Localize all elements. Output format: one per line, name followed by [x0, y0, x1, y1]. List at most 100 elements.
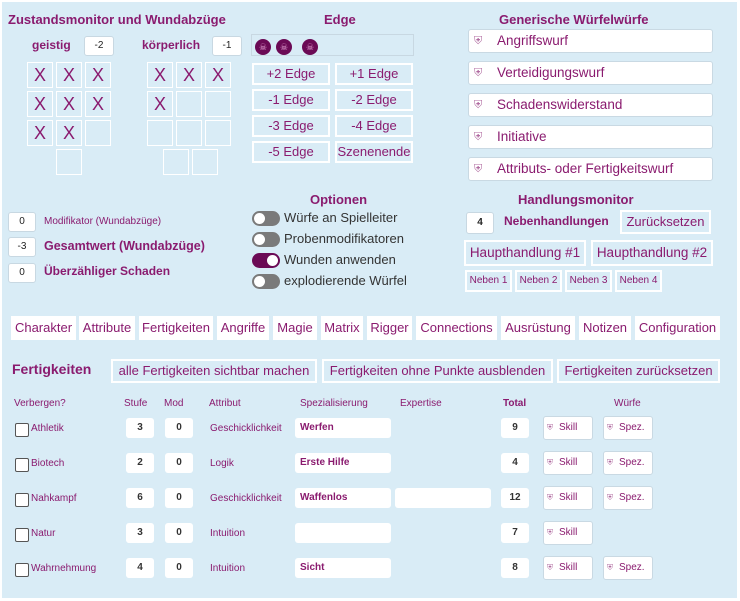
- minor-action-button[interactable]: Neben 4: [615, 270, 662, 292]
- minor-action-button[interactable]: Neben 1: [465, 270, 512, 292]
- condition-box[interactable]: [205, 91, 231, 117]
- option-toggle[interactable]: [252, 232, 280, 247]
- toggle-knob: [254, 213, 265, 224]
- roll-angriffswurf-button[interactable]: ⛨ Angriffswurf: [468, 29, 713, 53]
- skill-rank[interactable]: 3: [126, 523, 154, 543]
- condition-box[interactable]: X: [56, 62, 82, 88]
- roll-initiative-button[interactable]: ⛨ Initiative: [468, 125, 713, 149]
- roll-attributs-oder-fertigkeitswurf-button[interactable]: ⛨ Attributs- oder Fertigkeitswurf: [468, 157, 713, 181]
- condition-box[interactable]: X: [27, 62, 53, 88]
- skull-icon[interactable]: ☠: [302, 39, 318, 55]
- reset-skills-button[interactable]: Fertigkeiten zurücksetzen: [557, 359, 720, 383]
- tab-rigger[interactable]: Rigger: [367, 316, 412, 340]
- condition-box[interactable]: X: [205, 62, 231, 88]
- header-mod: Mod: [164, 398, 184, 409]
- condition-box[interactable]: [56, 149, 82, 175]
- option-toggle[interactable]: [252, 211, 280, 226]
- skill-attribute: Geschicklichkeit: [210, 493, 282, 504]
- edge-button[interactable]: -2 Edge: [335, 89, 413, 111]
- skill-rank[interactable]: 2: [126, 453, 154, 473]
- tab-ausrüstung[interactable]: Ausrüstung: [501, 316, 575, 340]
- skill-mod[interactable]: 0: [165, 488, 193, 508]
- roll-specialization-button[interactable]: ⛨ Spez.: [603, 451, 653, 475]
- edge-button[interactable]: +1 Edge: [335, 63, 413, 85]
- expertise-field[interactable]: [395, 488, 491, 508]
- skull-icon[interactable]: ☠: [255, 39, 271, 55]
- specialization-field[interactable]: Waffenlos: [295, 488, 391, 508]
- roll-skill-button[interactable]: ⛨ Skill: [543, 521, 593, 545]
- condition-box[interactable]: X: [27, 120, 53, 146]
- roll-button-label: Initiative: [497, 129, 547, 144]
- roll-specialization-button[interactable]: ⛨ Spez.: [603, 556, 653, 580]
- hide-skill-checkbox[interactable]: [15, 563, 29, 577]
- edge-button[interactable]: Szenenende: [335, 141, 413, 163]
- specialization-field[interactable]: Erste Hilfe: [295, 453, 391, 473]
- option-toggle[interactable]: [252, 274, 280, 289]
- roll-skill-button[interactable]: ⛨ Skill: [543, 556, 593, 580]
- skill-rank[interactable]: 6: [126, 488, 154, 508]
- condition-box[interactable]: [163, 149, 189, 175]
- condition-box[interactable]: X: [147, 91, 173, 117]
- condition-box[interactable]: X: [85, 91, 111, 117]
- condition-box[interactable]: [205, 120, 231, 146]
- skill-rank[interactable]: 4: [126, 558, 154, 578]
- tab-notizen[interactable]: Notizen: [579, 316, 631, 340]
- edge-button[interactable]: -3 Edge: [252, 115, 330, 137]
- tab-connections[interactable]: Connections: [416, 316, 497, 340]
- option-toggle[interactable]: [252, 253, 280, 268]
- tab-matrix[interactable]: Matrix: [321, 316, 363, 340]
- roll-skill-button[interactable]: ⛨ Skill: [543, 486, 593, 510]
- roll-specialization-button[interactable]: ⛨ Spez.: [603, 486, 653, 510]
- major-action-2-button[interactable]: Haupthandlung #2: [591, 240, 713, 266]
- major-action-1-button[interactable]: Haupthandlung #1: [464, 240, 586, 266]
- hide-zero-skills-button[interactable]: Fertigkeiten ohne Punkte ausblenden: [322, 359, 553, 383]
- condition-box[interactable]: X: [56, 120, 82, 146]
- minor-action-button[interactable]: Neben 2: [515, 270, 562, 292]
- reset-actions-button[interactable]: Zurücksetzen: [620, 210, 711, 234]
- condition-box[interactable]: X: [27, 91, 53, 117]
- hide-skill-checkbox[interactable]: [15, 423, 29, 437]
- skill-mod[interactable]: 0: [165, 418, 193, 438]
- roll-verteidigungswurf-button[interactable]: ⛨ Verteidigungswurf: [468, 61, 713, 85]
- tab-angriffe[interactable]: Angriffe: [217, 316, 269, 340]
- condition-box[interactable]: [85, 120, 111, 146]
- tab-fertigkeiten[interactable]: Fertigkeiten: [139, 316, 213, 340]
- condition-box[interactable]: X: [176, 62, 202, 88]
- skill-mod[interactable]: 0: [165, 523, 193, 543]
- edge-button[interactable]: -1 Edge: [252, 89, 330, 111]
- edge-button[interactable]: +2 Edge: [252, 63, 330, 85]
- condition-box[interactable]: [147, 120, 173, 146]
- condition-box[interactable]: [176, 120, 202, 146]
- tab-charakter[interactable]: Charakter: [11, 316, 76, 340]
- minor-action-button[interactable]: Neben 3: [565, 270, 612, 292]
- condition-box[interactable]: [192, 149, 218, 175]
- roll-skill-button[interactable]: ⛨ Skill: [543, 451, 593, 475]
- show-all-skills-button[interactable]: alle Fertigkeiten sichtbar machen: [111, 359, 317, 383]
- wound-modifier-value[interactable]: 0: [8, 212, 36, 232]
- tab-magie[interactable]: Magie: [273, 316, 317, 340]
- roll-skill-button[interactable]: ⛨ Skill: [543, 416, 593, 440]
- specialization-field[interactable]: Werfen: [295, 418, 391, 438]
- hide-skill-checkbox[interactable]: [15, 493, 29, 507]
- roll-specialization-button[interactable]: ⛨ Spez.: [603, 416, 653, 440]
- skull-icon[interactable]: ☠: [276, 39, 292, 55]
- condition-box[interactable]: [176, 91, 202, 117]
- condition-box[interactable]: X: [56, 91, 82, 117]
- skill-mod[interactable]: 0: [165, 558, 193, 578]
- skill-name: Athletik: [31, 423, 64, 434]
- overflow-damage-value[interactable]: 0: [8, 263, 36, 283]
- roll-schadenswiderstand-button[interactable]: ⛨ Schadenswiderstand: [468, 93, 713, 117]
- hide-skill-checkbox[interactable]: [15, 528, 29, 542]
- specialization-field[interactable]: [295, 523, 391, 543]
- hide-skill-checkbox[interactable]: [15, 458, 29, 472]
- edge-button[interactable]: -5 Edge: [252, 141, 330, 163]
- edge-button[interactable]: -4 Edge: [335, 115, 413, 137]
- condition-box[interactable]: X: [147, 62, 173, 88]
- condition-box[interactable]: X: [85, 62, 111, 88]
- tab-configuration[interactable]: Configuration: [635, 316, 720, 340]
- skill-mod[interactable]: 0: [165, 453, 193, 473]
- dice-icon: ⛨: [547, 423, 553, 432]
- specialization-field[interactable]: Sicht: [295, 558, 391, 578]
- skill-rank[interactable]: 3: [126, 418, 154, 438]
- tab-attribute[interactable]: Attribute: [79, 316, 135, 340]
